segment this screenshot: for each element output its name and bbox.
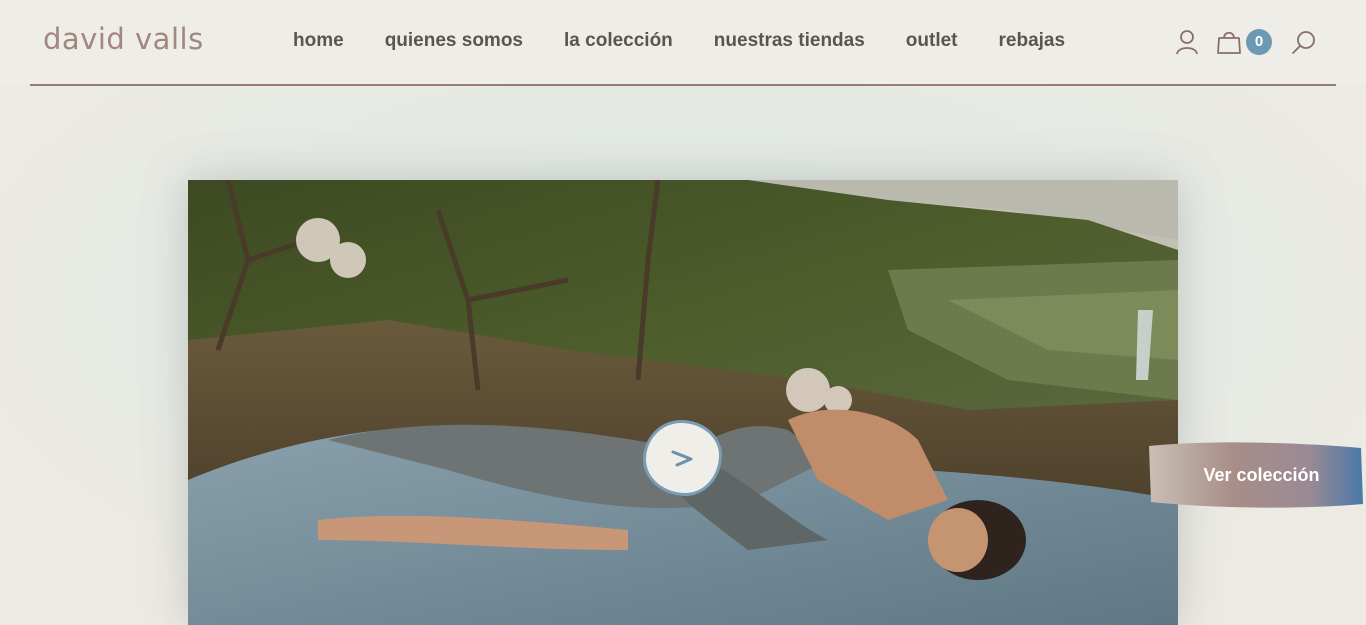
play-button[interactable]	[643, 420, 722, 496]
main-nav: home quienes somos la colección nuestras…	[293, 30, 1106, 56]
ver-coleccion-label: Ver colección	[1203, 464, 1320, 485]
nav-quienes-somos[interactable]: quienes somos	[385, 30, 523, 56]
search-icon[interactable]	[1291, 29, 1317, 55]
user-icon[interactable]	[1175, 29, 1199, 55]
logo[interactable]: david valls	[43, 22, 204, 56]
nav-outlet[interactable]: outlet	[906, 30, 958, 56]
hero-video[interactable]	[188, 180, 1178, 625]
ver-coleccion-button[interactable]: Ver colección	[1147, 440, 1364, 510]
cart-count-badge[interactable]: 0	[1246, 29, 1272, 55]
hero-image	[188, 180, 1178, 625]
header-divider	[30, 84, 1336, 86]
nav-rebajas[interactable]: rebajas	[999, 30, 1066, 56]
site-header: david valls home quienes somos la colecc…	[0, 0, 1366, 86]
nav-home[interactable]: home	[293, 30, 344, 56]
nav-nuestras-tiendas[interactable]: nuestras tiendas	[714, 30, 865, 56]
nav-la-coleccion[interactable]: la colección	[564, 30, 673, 56]
shopping-bag-icon[interactable]	[1216, 29, 1242, 55]
chevron-right-icon	[671, 450, 692, 467]
